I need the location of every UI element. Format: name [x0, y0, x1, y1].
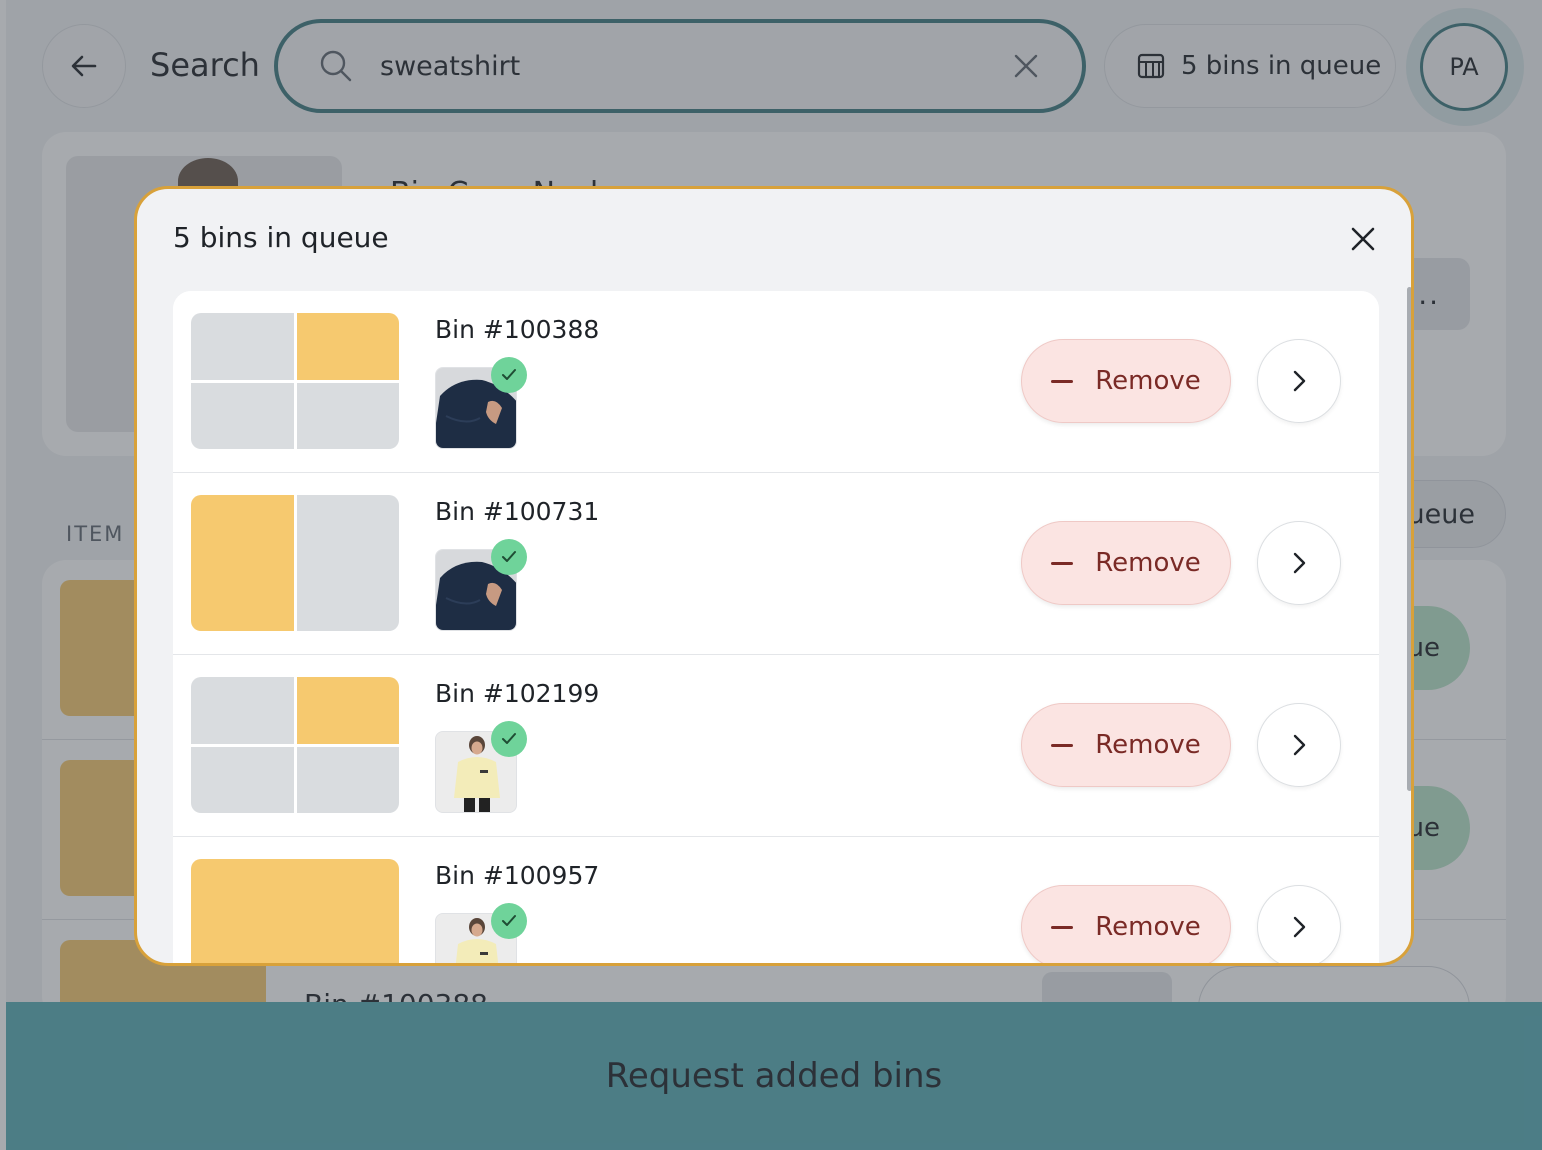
chevron-right-icon [1293, 552, 1306, 574]
remove-label: Remove [1095, 912, 1201, 942]
close-icon [1351, 227, 1375, 251]
bin-cell [191, 382, 294, 449]
bin-layout-diagram [191, 859, 399, 963]
bin-cell [296, 495, 399, 631]
remove-label: Remove [1095, 548, 1201, 578]
bin-cell [296, 677, 399, 744]
remove-label: Remove [1095, 730, 1201, 760]
open-bin-button[interactable] [1257, 339, 1341, 423]
queued-bins-list: Bin #100388 Remove Bin #100731 Remove Bi… [173, 291, 1379, 963]
chevron-right-icon [1293, 916, 1306, 938]
bin-cell [191, 677, 294, 744]
bin-row: Bin #100731 Remove [173, 473, 1379, 655]
bin-name: Bin #100731 [435, 497, 600, 526]
bin-row: Bin #100388 Remove [173, 291, 1379, 473]
bin-name: Bin #100388 [435, 315, 600, 344]
check-icon [491, 721, 527, 757]
bin-name: Bin #100957 [435, 861, 600, 890]
bin-name: Bin #102199 [435, 679, 600, 708]
chevron-right-icon [1293, 370, 1306, 392]
minus-icon [1051, 561, 1074, 565]
bin-cell [191, 495, 294, 631]
bin-cell [191, 313, 294, 380]
bin-layout-diagram [191, 495, 399, 631]
bin-cell [296, 313, 399, 380]
check-icon [491, 539, 527, 575]
minus-icon [1051, 743, 1074, 747]
bins-queue-modal: 5 bins in queue Bin #100388 Remove Bin #… [134, 186, 1414, 966]
bin-row: Bin #102199 Remove [173, 655, 1379, 837]
open-bin-button[interactable] [1257, 703, 1341, 787]
remove-label: Remove [1095, 366, 1201, 396]
remove-button[interactable]: Remove [1021, 885, 1231, 963]
remove-button[interactable]: Remove [1021, 339, 1231, 423]
check-icon [491, 357, 527, 393]
remove-button[interactable]: Remove [1021, 521, 1231, 605]
chevron-right-icon [1293, 734, 1306, 756]
close-modal-button[interactable] [1345, 221, 1381, 257]
check-icon [491, 903, 527, 939]
bin-cell [296, 382, 399, 449]
bin-layout-diagram [191, 677, 399, 813]
open-bin-button[interactable] [1257, 521, 1341, 605]
bin-cell [191, 859, 399, 963]
bin-cell [191, 746, 294, 813]
bin-layout-diagram [191, 313, 399, 449]
bin-cell [296, 746, 399, 813]
bin-row: Bin #100957 Remove [173, 837, 1379, 963]
modal-scrollbar[interactable] [1407, 287, 1411, 791]
modal-title: 5 bins in queue [173, 221, 389, 254]
open-bin-button[interactable] [1257, 885, 1341, 963]
minus-icon [1051, 379, 1074, 383]
minus-icon [1051, 925, 1074, 929]
remove-button[interactable]: Remove [1021, 703, 1231, 787]
